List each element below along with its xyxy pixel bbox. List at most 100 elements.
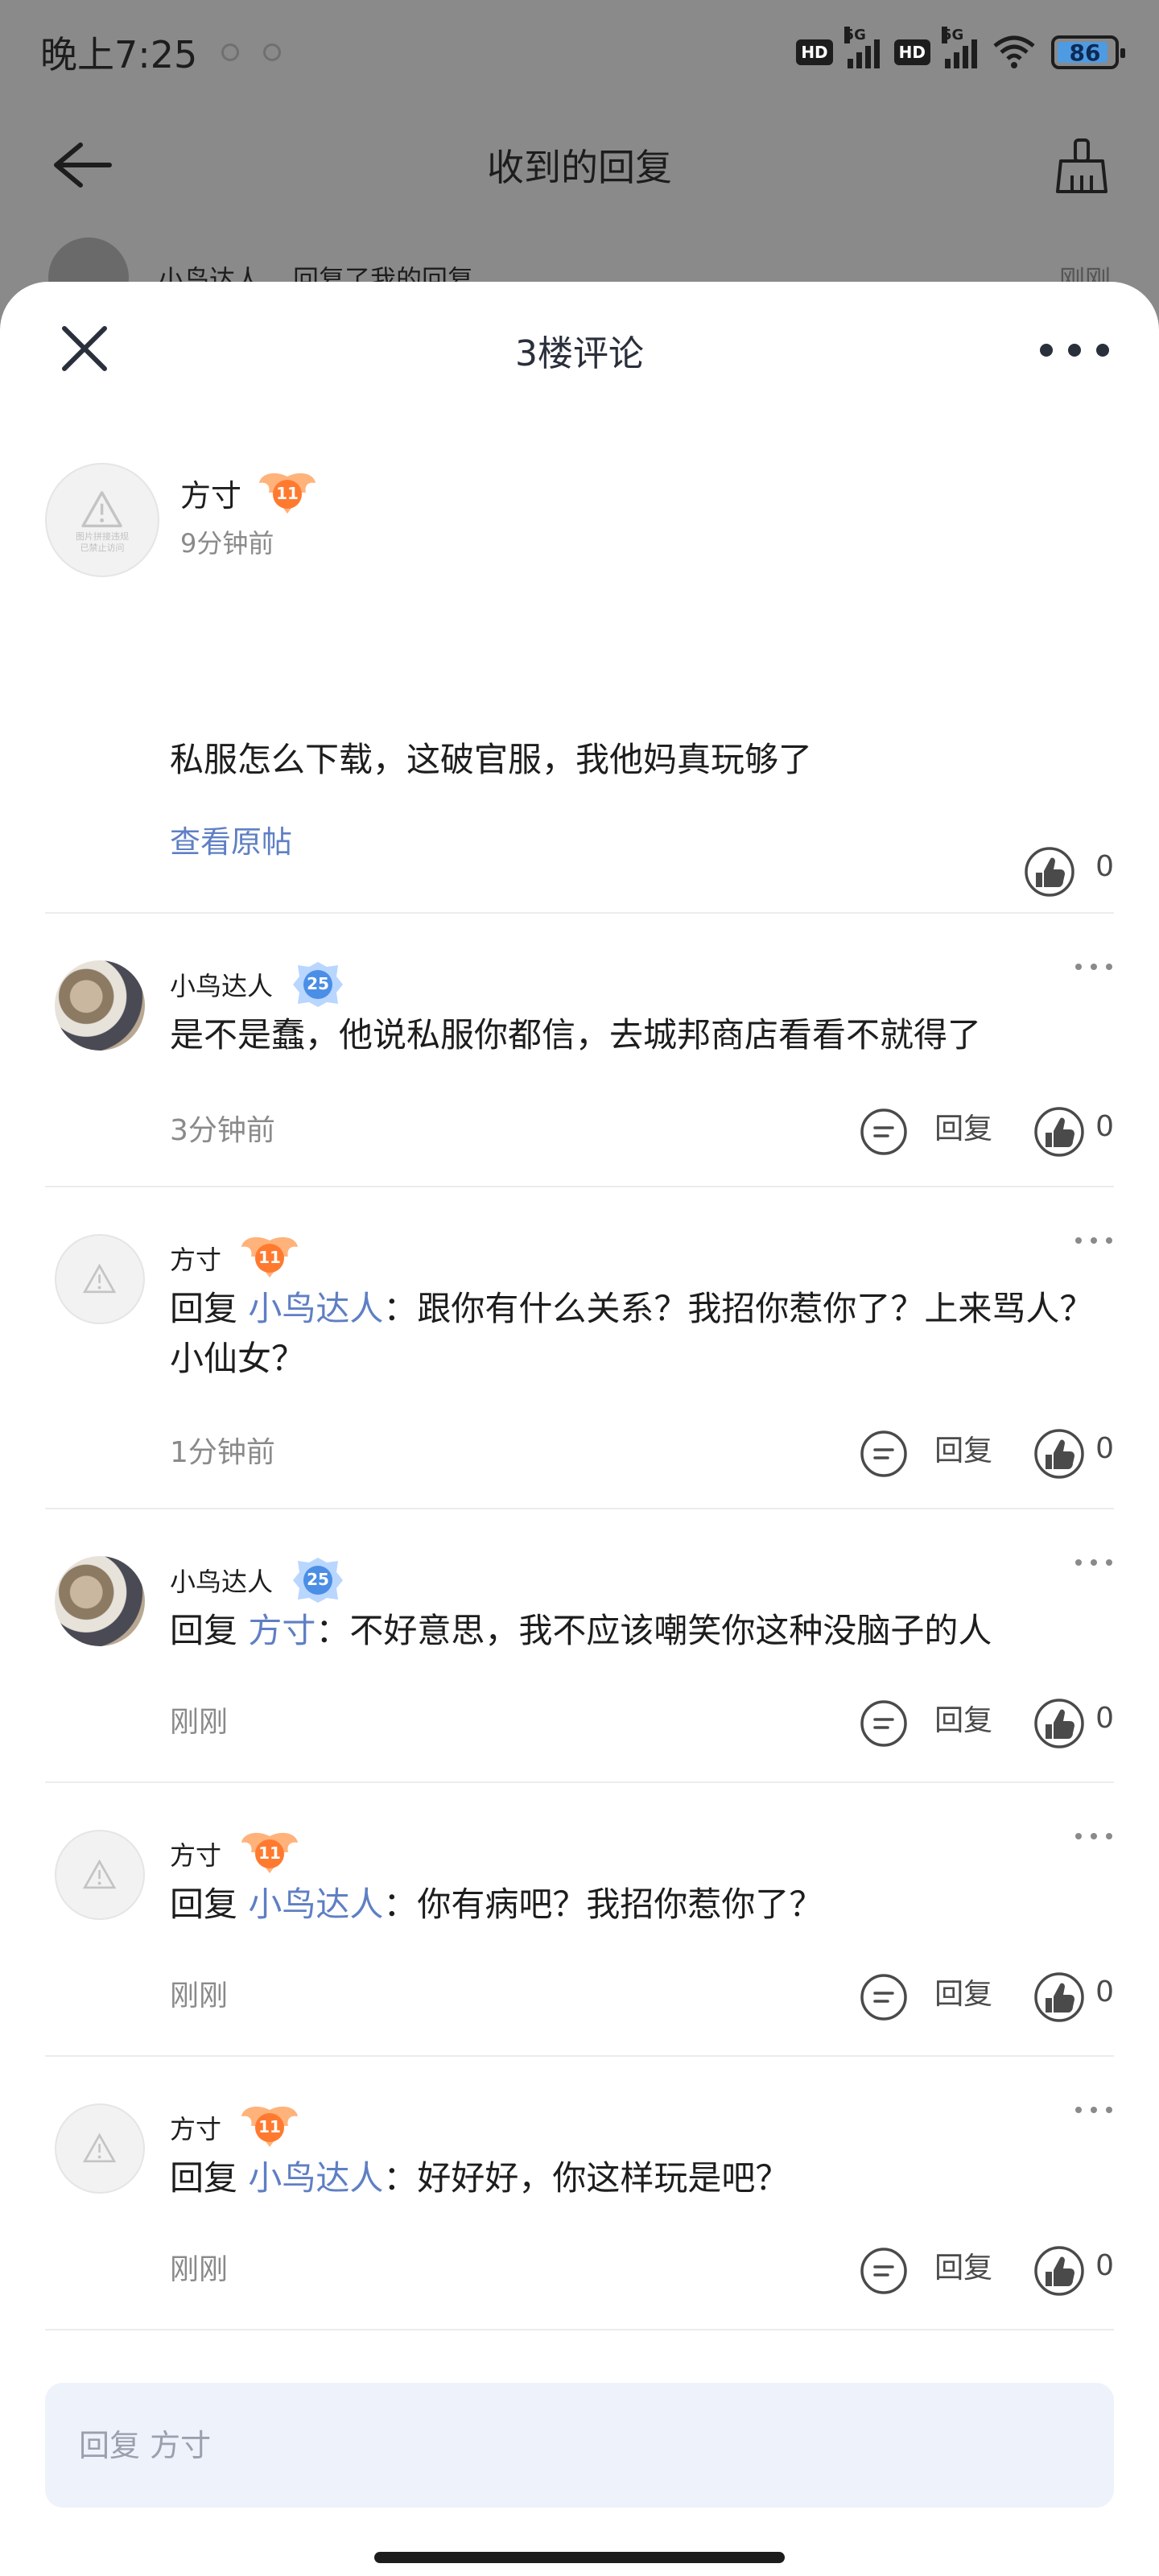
comment-icon[interactable]: [859, 2246, 909, 2296]
reply-input[interactable]: [45, 2383, 1114, 2508]
network-type-label: 5G: [843, 27, 866, 43]
view-original-post-link[interactable]: 查看原帖: [170, 817, 292, 861]
reply-body: ：不好意思，我不应该嘲笑你这种没脑子的人: [316, 1611, 992, 1650]
warning-icon: [81, 491, 123, 528]
status-notification-icons: [221, 43, 282, 61]
reply-mention[interactable]: 小鸟达人: [248, 1885, 383, 1924]
reply-time: 刚刚: [170, 1979, 229, 2013]
signal-icon: 5G: [942, 27, 977, 68]
warning-icon: [83, 2133, 117, 2163]
close-icon[interactable]: [58, 322, 111, 375]
reply-button[interactable]: 回复: [934, 1971, 992, 2013]
like-count: 0: [1095, 2248, 1114, 2282]
reply-actions: 回复 0: [859, 1427, 1114, 1480]
like-count: 0: [1095, 1431, 1114, 1465]
home-indicator[interactable]: [374, 2552, 785, 2563]
level-number: 11: [258, 1843, 281, 1863]
thumbs-up-icon[interactable]: [1033, 1427, 1086, 1480]
main-comment: 图片拼接违规 已禁止访问 方寸 11 9分钟前 私服怎么下载，这破官服，我他妈真…: [45, 419, 1114, 914]
network-type-label: 5G: [942, 27, 964, 43]
hd-icon: HD: [893, 39, 930, 65]
comment-thread-sheet: 3楼评论 图片拼接违规 已禁止访问 方寸 11 9分钟前 私服怎么下载，这破官服…: [0, 282, 1159, 2576]
comment-icon[interactable]: [859, 1107, 909, 1157]
reply-text: 回复 小鸟达人：跟你有什么关系？我招你惹你了？上来骂人？小仙女？: [170, 1284, 1095, 1384]
status-bar: 晚上7:25 HD 5G HD 5G 86: [0, 0, 1159, 105]
reply-lead: 回复: [170, 1611, 249, 1650]
sheet-title: 3楼评论: [515, 333, 644, 374]
reply-lead: 回复: [170, 1885, 249, 1924]
broom-icon[interactable]: [1053, 137, 1111, 195]
reply-actions: 回复 0: [859, 1971, 1114, 2024]
reply-text: 是不是蠢，他说私服你都信，去城邦商店看看不就得了: [170, 1010, 1095, 1060]
thumbs-up-icon[interactable]: [1033, 1105, 1086, 1158]
comment-icon[interactable]: [859, 1429, 909, 1479]
reply-mention[interactable]: 小鸟达人: [248, 1289, 383, 1328]
like-count: 0: [1095, 1975, 1114, 2008]
reply-button[interactable]: 回复: [934, 1427, 992, 1469]
level-number: 25: [307, 1570, 329, 1589]
reply-button[interactable]: 回复: [934, 1697, 992, 1739]
avatar[interactable]: 图片拼接违规 已禁止访问: [45, 463, 159, 577]
more-options-icon[interactable]: [1074, 1232, 1114, 1249]
reply-time: 3分钟前: [170, 1114, 275, 1147]
reply-text: 回复 小鸟达人：你有病吧？我招你惹你了？: [170, 1880, 1095, 1930]
more-options-icon[interactable]: [1038, 338, 1111, 362]
reply-author[interactable]: 方寸: [170, 1835, 221, 1872]
back-arrow-icon[interactable]: [48, 138, 113, 192]
reply-author[interactable]: 方寸: [170, 1240, 221, 1277]
avatar[interactable]: [55, 960, 145, 1051]
more-options-icon[interactable]: [1074, 1828, 1114, 1844]
reply-lead: 回复: [170, 1289, 249, 1328]
status-time: 晚上7:25: [40, 33, 198, 76]
reply-author[interactable]: 小鸟达人: [170, 1562, 273, 1599]
hd-icon: HD: [796, 39, 833, 65]
avatar[interactable]: [55, 2103, 145, 2194]
reply-item: 小鸟达人 25 是不是蠢，他说私服你都信，去城邦商店看看不就得了 3分钟前 回复…: [45, 914, 1114, 1187]
reply-actions: 回复 0: [859, 2244, 1114, 2297]
status-indicators: HD 5G HD 5G 86: [796, 27, 1125, 70]
level-number: 25: [307, 974, 329, 993]
thumbs-up-icon[interactable]: [1033, 2244, 1086, 2297]
notification-icon: [263, 43, 282, 61]
battery-level: 86: [1069, 39, 1101, 66]
reply-actions: 回复 0: [859, 1105, 1114, 1158]
level-badge: 25: [287, 1554, 349, 1604]
reply-item: 方寸 11 回复 小鸟达人：好好好，你这样玩是吧？ 刚刚 回复 0: [45, 2057, 1114, 2330]
avatar[interactable]: [55, 1556, 145, 1646]
comment-author[interactable]: 方寸: [180, 471, 241, 515]
more-options-icon[interactable]: [1074, 2102, 1114, 2118]
like-count: 0: [1095, 849, 1114, 883]
level-number: 11: [276, 484, 299, 503]
avatar[interactable]: [55, 1234, 145, 1324]
reply-time: 刚刚: [170, 1706, 229, 1739]
comment-icon[interactable]: [859, 1972, 909, 2022]
reply-author[interactable]: 方寸: [170, 2109, 221, 2146]
warning-icon: [83, 1860, 117, 1889]
more-options-icon[interactable]: [1074, 959, 1114, 975]
reply-time: 刚刚: [170, 2253, 229, 2286]
reply-time: 1分钟前: [170, 1436, 275, 1469]
thumbs-up-icon[interactable]: [1033, 1697, 1086, 1750]
like-button[interactable]: 0: [1023, 845, 1114, 898]
reply-body: ：你有病吧？我招你惹你了？: [383, 1885, 823, 1924]
level-number: 11: [258, 1248, 281, 1267]
reply-button[interactable]: 回复: [934, 1105, 992, 1147]
reply-mention[interactable]: 方寸: [248, 1611, 316, 1650]
reply-author[interactable]: 小鸟达人: [170, 966, 273, 1003]
comment-icon[interactable]: [859, 1699, 909, 1748]
level-badge: 11: [238, 1828, 301, 1878]
thumbs-up-icon[interactable]: [1033, 1971, 1086, 2024]
thumbs-up-icon: [1025, 847, 1074, 897]
comment-text: 私服怎么下载，这破官服，我他妈真玩够了: [170, 740, 813, 779]
reply-item: 小鸟达人 25 回复 方寸：不好意思，我不应该嘲笑你这种没脑子的人 刚刚 回复 …: [45, 1509, 1114, 1783]
reply-text: 回复 小鸟达人：好好好，你这样玩是吧？: [170, 2153, 1095, 2203]
signal-icon: 5G: [843, 27, 880, 68]
wifi-icon: [993, 35, 1035, 68]
reply-mention[interactable]: 小鸟达人: [248, 2158, 383, 2198]
battery-icon: 86: [1051, 35, 1125, 69]
avatar[interactable]: [55, 1830, 145, 1920]
more-options-icon[interactable]: [1074, 1554, 1114, 1571]
reply-button[interactable]: 回复: [934, 2244, 992, 2286]
reply-list: 小鸟达人 25 是不是蠢，他说私服你都信，去城邦商店看看不就得了 3分钟前 回复…: [45, 914, 1114, 2330]
reply-body: 是不是蠢，他说私服你都信，去城邦商店看看不就得了: [170, 1015, 982, 1055]
